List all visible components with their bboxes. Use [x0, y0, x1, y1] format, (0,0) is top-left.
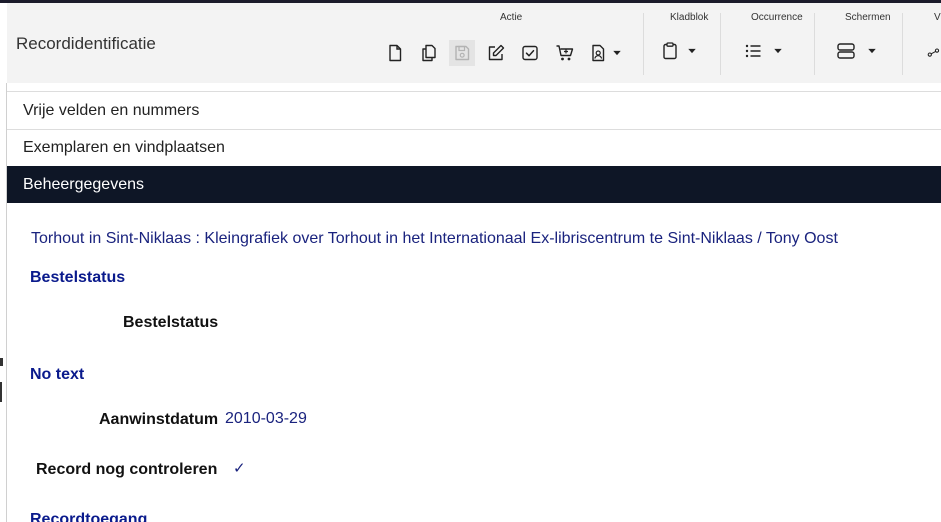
occurrence-list-button[interactable] [740, 38, 766, 64]
cart-icon [556, 45, 574, 61]
document-user-icon [592, 44, 605, 62]
accordion-label: Vrije velden en nummers [23, 101, 200, 119]
caret-down-icon [688, 48, 696, 54]
group-label-kladblok: Kladblok [670, 12, 709, 23]
edit-button[interactable] [483, 40, 509, 66]
record-title: Recordidentificatie [16, 34, 156, 53]
group-label-occurrence: Occurrence [751, 12, 803, 23]
group-label-actie: Actie [500, 12, 523, 23]
new-record-button[interactable] [382, 40, 408, 66]
screens-button[interactable] [833, 38, 859, 64]
save-button[interactable] [449, 40, 475, 66]
toolbar-separator [902, 13, 903, 75]
toolbar: Recordidentificatie Actie Kladblok Occur… [7, 3, 941, 83]
field-label-controleren: Record nog controleren [36, 461, 218, 478]
check-mark-icon: ✓ [233, 460, 246, 477]
actie-more-dropdown[interactable] [611, 47, 623, 59]
save-icon [455, 45, 470, 61]
accordion-exemplaren[interactable]: Exemplaren en vindplaatsen [7, 129, 941, 166]
document-user-button[interactable] [585, 40, 611, 66]
section-recordtoegang: Recordtoegang [30, 511, 148, 522]
caret-down-icon [613, 50, 621, 56]
accordion-label: Exemplaren en vindplaatsen [23, 139, 225, 156]
accordion-label: Beheergegevens [23, 176, 144, 193]
clipboard-icon [663, 42, 677, 60]
record-description[interactable]: Torhout in Sint-Niklaas : Kleingrafiek o… [31, 230, 838, 248]
cart-button[interactable] [552, 40, 578, 66]
edit-icon [488, 44, 505, 61]
copy-icon [422, 44, 436, 62]
group-label-schermen: Schermen [845, 12, 891, 23]
list-icon [745, 44, 761, 58]
occurrence-dropdown[interactable] [772, 45, 784, 57]
accordion-vrije-velden[interactable]: Vrije velden en nummers [7, 91, 941, 129]
app-frame: { "header": { "record_title": "Recordide… [0, 0, 941, 522]
section-no-text: No text [30, 366, 85, 383]
field-value-aanwinstdatum: 2010-03-29 [225, 410, 307, 427]
field-label-aanwinstdatum: Aanwinstdatum [99, 411, 219, 428]
check-button[interactable] [517, 40, 543, 66]
accordion-beheergegevens[interactable]: Beheergegevens [7, 166, 941, 203]
edge-marker [0, 358, 3, 366]
share-button[interactable] [925, 40, 941, 66]
toolbar-separator [643, 13, 644, 75]
field-label-bestelstatus: Bestelstatus [123, 314, 219, 331]
clipboard-button[interactable] [657, 38, 683, 64]
caret-down-icon [774, 48, 782, 54]
group-label-partial: V [934, 12, 941, 23]
toolbar-separator [814, 13, 815, 75]
caret-down-icon [868, 48, 876, 54]
kladblok-dropdown[interactable] [686, 45, 698, 57]
screens-icon [837, 43, 855, 59]
schermen-dropdown[interactable] [866, 45, 878, 57]
copy-record-button[interactable] [416, 40, 442, 66]
edge-marker [0, 382, 2, 402]
section-bestelstatus: Bestelstatus [30, 269, 126, 286]
new-document-icon [389, 44, 402, 62]
share-icon [927, 48, 940, 57]
checkbox-icon [522, 45, 538, 61]
toolbar-separator [720, 13, 721, 75]
